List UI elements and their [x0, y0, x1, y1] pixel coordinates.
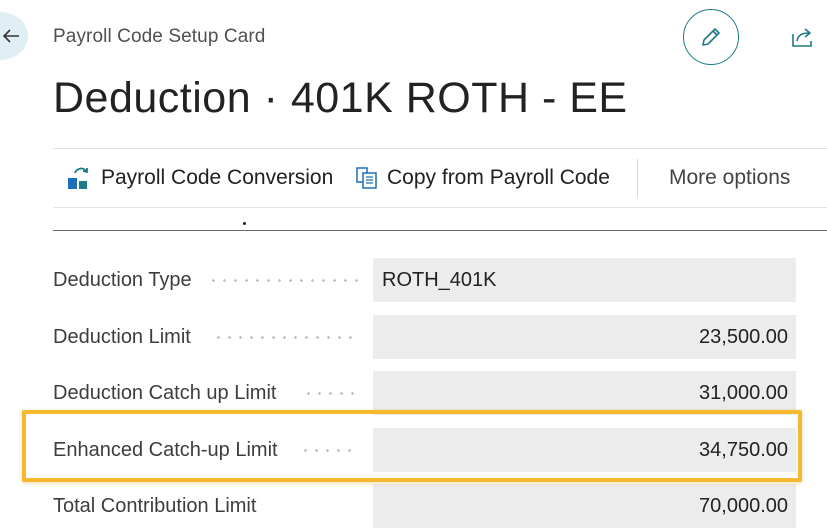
page-title: Deduction · 401K ROTH - EE: [53, 74, 628, 122]
share-button[interactable]: [791, 26, 817, 53]
copy-icon: [355, 166, 379, 190]
field-leader-dots: [213, 336, 358, 339]
field-leader-dots: [303, 392, 358, 395]
divider-marker: [243, 222, 246, 225]
field-deduction-catch-up-limit: Deduction Catch up Limit 31,000.00: [53, 371, 797, 415]
pencil-icon: [702, 28, 720, 46]
edit-button[interactable]: [683, 9, 739, 65]
field-deduction-limit: Deduction Limit 23,500.00: [53, 315, 797, 359]
field-label: Total Contribution Limit: [53, 495, 257, 517]
section-divider: [53, 230, 827, 231]
field-deduction-type: Deduction Type ROTH_401K: [53, 258, 797, 302]
page-caption: Payroll Code Setup Card: [53, 26, 266, 47]
copy-from-payroll-code-button[interactable]: Copy from Payroll Code: [355, 149, 610, 207]
action-separator: [637, 159, 638, 197]
back-button[interactable]: [0, 12, 28, 60]
deduction-limit-input[interactable]: 23,500.00: [373, 315, 796, 359]
conversion-icon: [67, 165, 93, 191]
deduction-catch-up-limit-input[interactable]: 31,000.00: [373, 371, 796, 415]
field-leader-dots: [208, 279, 358, 282]
arrow-left-icon: [2, 29, 19, 43]
more-options-button[interactable]: More options: [669, 149, 790, 207]
field-label: Deduction Catch up Limit: [53, 382, 277, 404]
action-bar: Payroll Code Conversion Copy from Payrol…: [53, 148, 827, 208]
highlight-box: [22, 410, 802, 482]
payroll-code-conversion-label: Payroll Code Conversion: [101, 166, 334, 189]
deduction-type-input[interactable]: ROTH_401K: [373, 258, 796, 302]
field-total-contribution-limit: Total Contribution Limit 70,000.00: [53, 484, 797, 528]
share-icon: [792, 28, 812, 47]
field-label: Deduction Type: [53, 269, 192, 291]
field-label: Deduction Limit: [53, 326, 191, 348]
more-options-label: More options: [669, 166, 791, 189]
total-contribution-limit-input[interactable]: 70,000.00: [373, 484, 796, 528]
copy-from-payroll-code-label: Copy from Payroll Code: [387, 166, 610, 189]
payroll-code-conversion-button[interactable]: Payroll Code Conversion: [67, 149, 333, 207]
